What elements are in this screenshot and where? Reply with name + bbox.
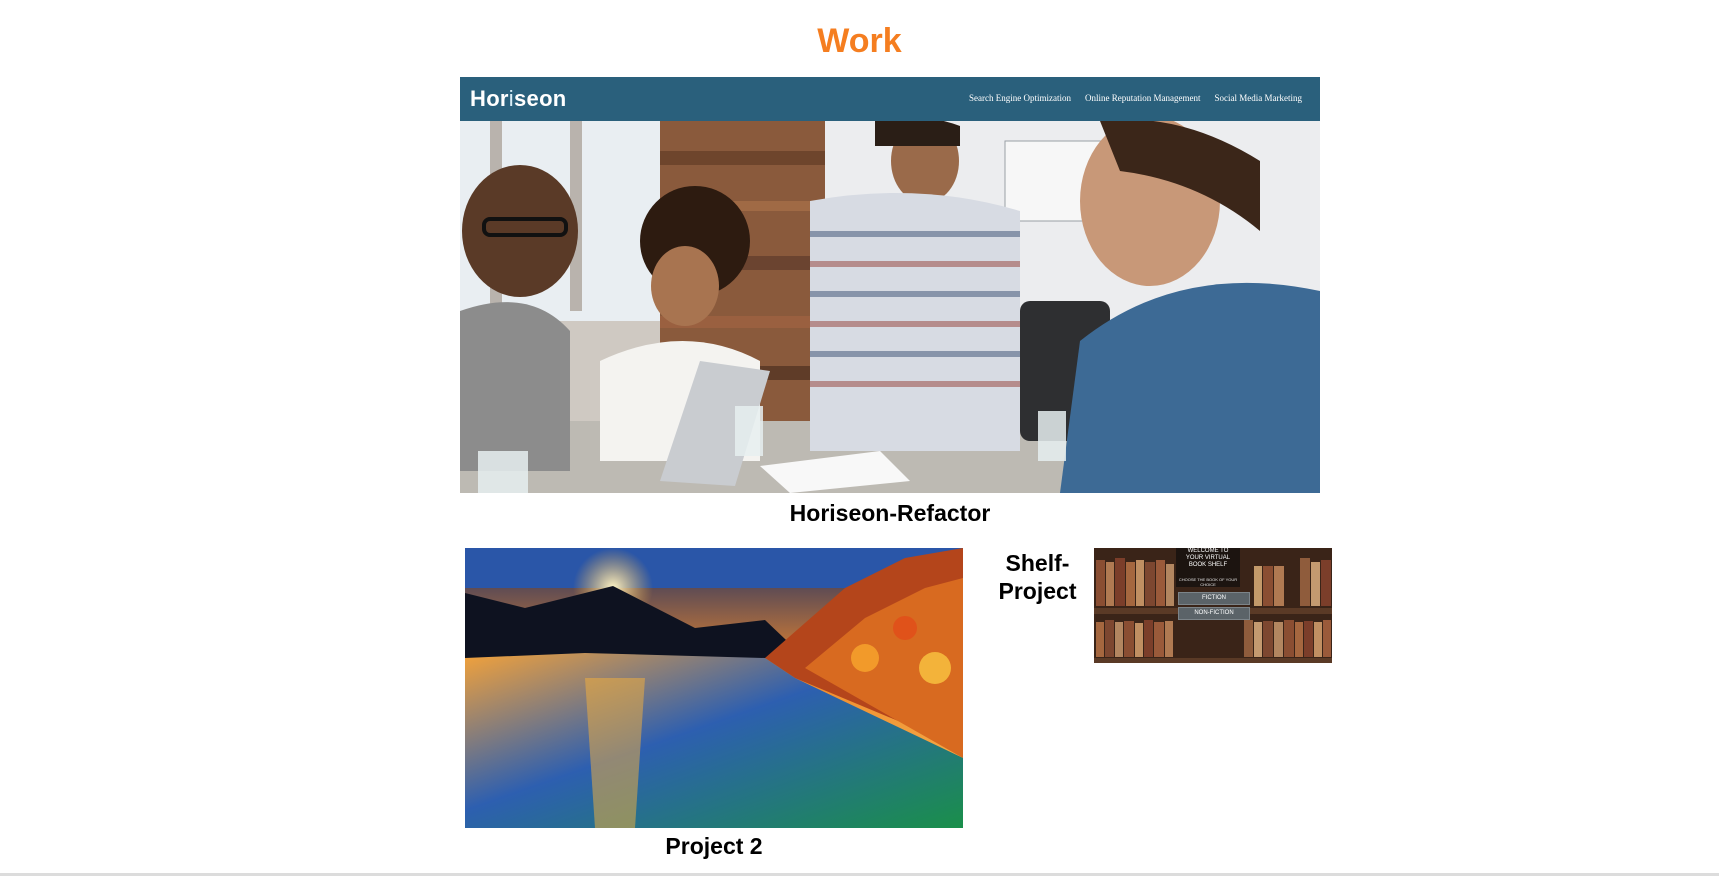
project-2-landscape-image [465,548,963,828]
portfolio-work-page: Work Horiseon Search Engine Optimization… [0,0,1719,876]
shelf-nonfiction-button: NON-FICTION [1178,607,1250,620]
project-2-link[interactable] [465,548,963,828]
horiseon-hero-image [460,121,1320,493]
horiseon-nav-item: Search Engine Optimization [969,93,1072,103]
horiseon-project-caption: Horiseon-Refactor [789,500,991,526]
horiseon-project-link[interactable]: Horiseon Search Engine Optimization Onli… [460,77,1320,493]
shelf-welcome-sign: WELCOME TO YOUR VIRTUAL BOOK SHELF [1176,548,1240,578]
horiseon-nav-item: Online Reputation Management [1085,93,1201,103]
horiseon-nav-item: Social Media Marketing [1214,93,1302,103]
horiseon-logo: Horiseon [470,86,567,111]
shelf-project-link[interactable]: WELCOME TO YOUR VIRTUAL BOOK SHELF CHOOS… [1094,548,1332,663]
shelf-subtitle: CHOOSE THE BOOK OF YOUR CHOICE [1176,577,1240,587]
horiseon-preview-header: Horiseon Search Engine Optimization Onli… [460,77,1320,121]
horiseon-preview-nav: Search Engine Optimization Online Reputa… [969,93,1302,103]
work-section-title: Work [817,22,902,60]
shelf-project-caption: Shelf- Project [998,550,1077,604]
shelf-fiction-button: FICTION [1178,592,1250,605]
project-2-caption: Project 2 [665,833,763,859]
